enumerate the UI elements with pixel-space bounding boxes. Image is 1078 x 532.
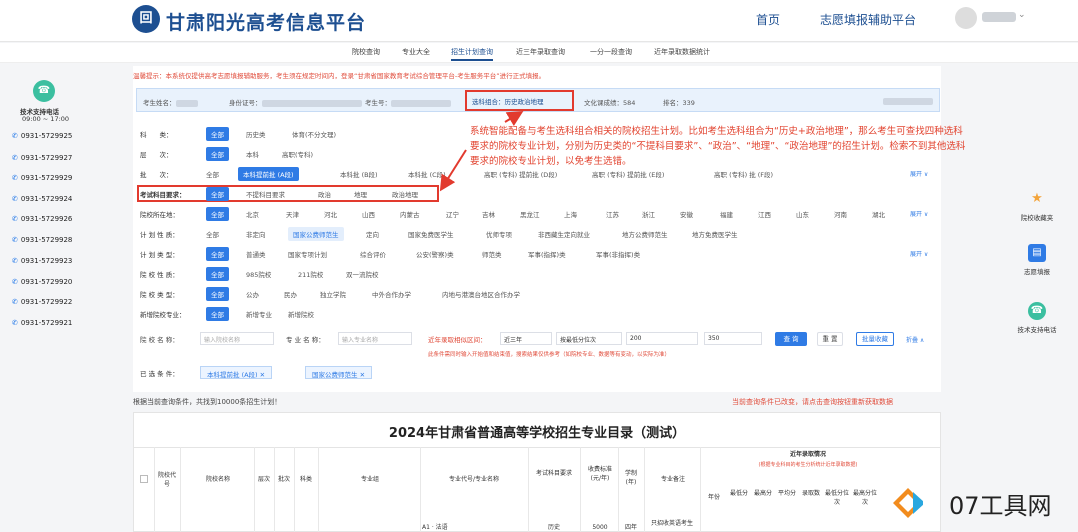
th-min-score: 最低分 xyxy=(729,490,748,497)
th-min-rank: 最低分位次 xyxy=(824,490,849,506)
th-school-name: 院校名称 xyxy=(205,476,230,483)
support-tool[interactable]: ☎ 技术支持电话 xyxy=(1004,302,1070,334)
th-fee: 收费标准(元/年) xyxy=(587,466,612,482)
chosen-label: 已 选 条 件： xyxy=(140,370,179,378)
batch-favorite-button[interactable]: 批量收藏 xyxy=(856,332,894,346)
form-icon: ▤ xyxy=(1028,244,1046,262)
th-duration: 学制(年) xyxy=(624,470,637,486)
headset-icon: ☎ xyxy=(1028,302,1046,320)
table-cell: 历史 xyxy=(547,524,560,531)
range-min-input[interactable]: 200 xyxy=(626,332,698,345)
plan-table: 2024年甘肃省普通高等学校招生专业目录（测试） 院校代号 院校名称 层次 批次… xyxy=(133,412,941,532)
site-watermark: 07工具网 xyxy=(893,474,1078,532)
th-year: 年份 xyxy=(707,494,720,501)
query-button[interactable]: 查 询 xyxy=(775,332,807,346)
sort-select[interactable]: 按最低分位次 xyxy=(556,332,622,345)
range-label: 近年录取相似区间： xyxy=(428,336,487,344)
th-school-code: 院校代号 xyxy=(157,472,176,488)
search-major-label: 专 业 名 称： xyxy=(286,336,325,344)
th-batch: 批次 xyxy=(277,476,290,483)
th-recent-note: (根据专业科目的考生分析统计近年录取数据) xyxy=(758,462,858,468)
range-max-input[interactable]: 350 xyxy=(704,332,762,345)
chosen-tag[interactable]: 国家公费师范生 ✕ xyxy=(305,366,373,379)
major-name-input[interactable]: 输入专业名称 xyxy=(338,332,412,345)
watermark-logo-icon xyxy=(893,488,923,518)
table-cell: 只招收英语考生 xyxy=(650,520,693,527)
years-select[interactable]: 近三年 xyxy=(500,332,552,345)
th-category: 科类 xyxy=(299,476,312,483)
school-name-input[interactable]: 输入院校名称 xyxy=(200,332,274,345)
chosen-tag[interactable]: 本科提前批 (A段) ✕ xyxy=(200,366,273,379)
watermark-text: 07工具网 xyxy=(949,492,1052,520)
table-cell: A1 · 法语 xyxy=(422,524,448,531)
th-avg-score: 平均分 xyxy=(777,490,796,497)
th-admit-count: 录取数 xyxy=(801,490,820,497)
th-remark: 专业备注 xyxy=(660,476,685,483)
th-major-group: 专业组 xyxy=(360,476,379,483)
th-max-rank: 最高分位次 xyxy=(852,490,877,506)
application-tool[interactable]: ▤ 志愿填报 xyxy=(1004,244,1070,276)
th-subject-req: 考试科目要求 xyxy=(536,470,573,477)
table-title: 2024年甘肃省普通高等学校招生专业目录（测试） xyxy=(388,426,686,441)
select-all-checkbox[interactable] xyxy=(140,475,148,483)
th-recent-group: 近年录取情况 xyxy=(789,451,826,458)
range-hint: 此条件需同时输入开始值和结束值，搜索结果仅供参考（如院校专业、数据等有变动，以实… xyxy=(428,352,671,358)
th-major-code-name: 专业代号/专业名称 xyxy=(448,476,500,483)
result-count: 根据当前查询条件，共找到10000条招生计划！ xyxy=(133,398,282,406)
collapse-toggle[interactable]: 折叠 ∧ xyxy=(906,335,924,344)
table-cell: 5000 xyxy=(592,524,608,531)
th-level: 层次 xyxy=(257,476,270,483)
search-school-label: 院 校 名 称： xyxy=(140,336,179,344)
favorites-tool[interactable]: ★ 院校收藏夹 xyxy=(1004,190,1070,222)
th-max-score: 最高分 xyxy=(753,490,772,497)
reset-button[interactable]: 重 置 xyxy=(817,332,843,346)
table-cell: 四年 xyxy=(624,524,637,531)
stale-warning: 当前查询条件已改变，请点击查询按钮重新获取数据 xyxy=(732,398,893,406)
star-icon: ★ xyxy=(1031,191,1043,206)
